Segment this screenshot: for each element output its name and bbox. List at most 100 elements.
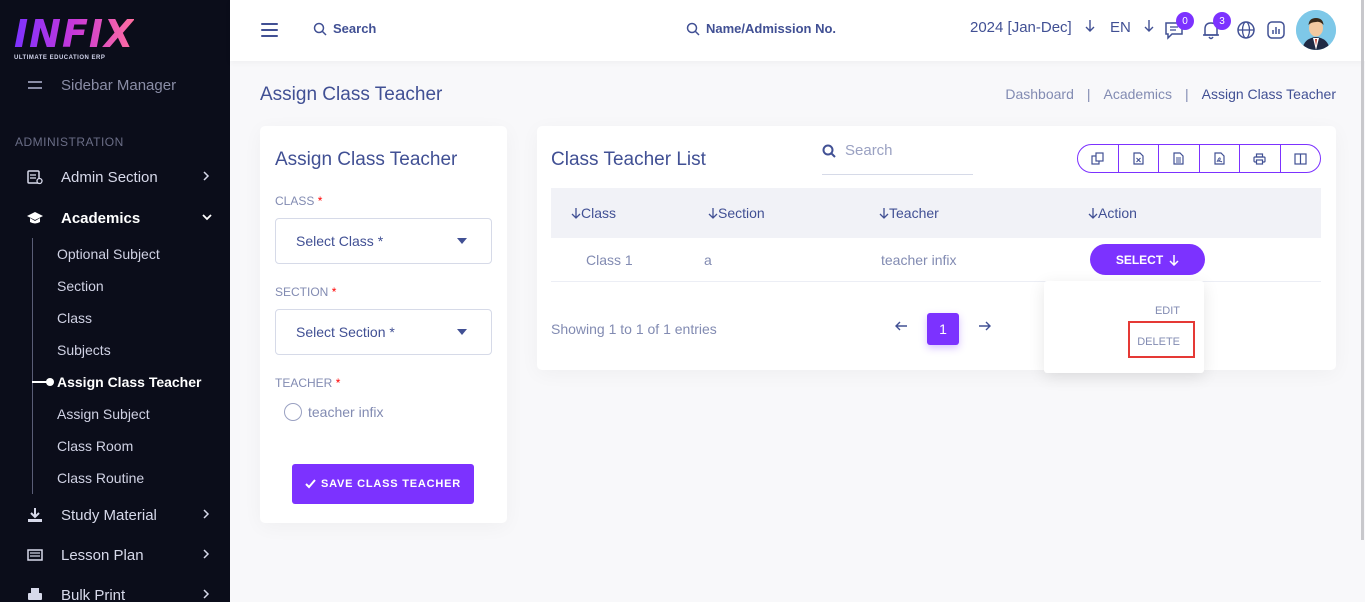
sidebar-subitem-assign-class-teacher[interactable]: Assign Class Teacher: [57, 374, 201, 390]
sidebar-item-label: Lesson Plan: [61, 546, 144, 564]
pagination-page-current[interactable]: 1: [927, 313, 959, 345]
row-select-button[interactable]: SELECT: [1090, 244, 1205, 275]
section-select[interactable]: Select Section *: [275, 309, 492, 355]
sidebar-subitem-subjects[interactable]: Subjects: [57, 342, 111, 358]
delete-highlight-box: [1128, 321, 1195, 358]
language-value: EN: [1110, 19, 1131, 36]
sidebar: INFIX ULTIMATE EDUCATION ERP Sidebar Man…: [0, 0, 230, 602]
caret-down-icon: [457, 238, 467, 244]
class-select[interactable]: Select Class *: [275, 218, 492, 264]
sidebar-item-lesson-plan[interactable]: Lesson Plan: [0, 540, 230, 570]
notification-badge: 3: [1213, 12, 1231, 30]
breadcrumb-current: Assign Class Teacher: [1201, 86, 1336, 102]
sidebar-item-label: Sidebar Manager: [61, 76, 177, 94]
logo-text: INFIX: [14, 12, 135, 56]
globe-icon[interactable]: [1235, 19, 1257, 41]
bell-icon[interactable]: 3: [1200, 12, 1231, 41]
table-row: Class 1 a teacher infix SELECT: [551, 238, 1321, 282]
sidebar-item-label: Study Material: [61, 506, 157, 524]
teacher-option-label[interactable]: teacher infix: [308, 404, 383, 420]
chevron-down-icon: [202, 212, 212, 224]
pdf-icon[interactable]: [1200, 145, 1240, 172]
save-class-teacher-button[interactable]: SAVE CLASS TEACHER: [292, 464, 474, 504]
table-header: Class Section Teacher Action: [551, 188, 1321, 238]
chart-icon[interactable]: [1265, 19, 1287, 41]
teacher-label: TEACHER *: [275, 376, 341, 390]
sidebar-subitem-optional-subject[interactable]: Optional Subject: [57, 246, 160, 262]
sidebar-heading: ADMINISTRATION: [15, 135, 124, 149]
active-indicator: [32, 378, 54, 386]
sidebar-item-academics[interactable]: Academics: [0, 203, 230, 233]
column-header-section[interactable]: Section: [708, 205, 765, 221]
sidebar-item-study-material[interactable]: Study Material: [0, 500, 230, 530]
sort-arrow-icon: [708, 208, 718, 219]
header-search-label: Search: [333, 21, 377, 36]
class-select-value: Select Class *: [296, 233, 384, 249]
form-title: Assign Class Teacher: [275, 149, 458, 170]
sidebar-item-label: Admin Section: [61, 168, 158, 186]
session-selector[interactable]: 2024 [Jan-Dec]: [970, 19, 1096, 36]
teacher-radio[interactable]: [284, 403, 302, 421]
table-search-input[interactable]: Search: [822, 142, 973, 175]
copy-icon[interactable]: [1078, 145, 1119, 172]
breadcrumb-dashboard[interactable]: Dashboard: [1005, 86, 1074, 102]
section-select-value: Select Section *: [296, 324, 395, 340]
header-search[interactable]: Search: [313, 21, 376, 36]
chat-badge: 0: [1176, 12, 1194, 30]
page-title: Assign Class Teacher: [260, 84, 443, 105]
session-value: 2024 [Jan-Dec]: [970, 19, 1072, 36]
section-label: SECTION *: [275, 285, 337, 299]
export-button-group: [1077, 144, 1321, 173]
cell-teacher: teacher infix: [881, 252, 957, 268]
sidebar-item-label: Academics: [61, 209, 141, 227]
table-title: Class Teacher List: [551, 149, 706, 170]
language-selector[interactable]: EN: [1110, 19, 1155, 36]
sidebar-item-sidebar-manager[interactable]: Sidebar Manager: [0, 70, 230, 100]
breadcrumb-separator: |: [1086, 86, 1091, 102]
page-scrollbar[interactable]: [1361, 0, 1364, 540]
download-icon: [26, 507, 44, 523]
avatar[interactable]: [1296, 10, 1336, 50]
column-header-class[interactable]: Class: [571, 205, 616, 221]
pagination-next-icon[interactable]: [978, 319, 992, 336]
sidebar-subitem-section[interactable]: Section: [57, 278, 104, 294]
search-icon: [313, 22, 327, 36]
column-header-action[interactable]: Action: [1088, 205, 1137, 221]
sidebar-item-admin-section[interactable]: Admin Section: [0, 162, 230, 192]
top-header: Search Name/Admission No. 2024 [Jan-Dec]…: [230, 0, 1365, 61]
column-header-teacher[interactable]: Teacher: [879, 205, 939, 221]
sidebar-subitem-class-room[interactable]: Class Room: [57, 438, 133, 454]
search-icon: [822, 144, 836, 158]
graduation-cap-icon: [26, 210, 44, 226]
pagination-prev-icon[interactable]: [894, 319, 908, 336]
chat-icon[interactable]: 0: [1163, 12, 1194, 41]
sidebar-subitem-class[interactable]: Class: [57, 310, 92, 326]
save-button-label: SAVE CLASS TEACHER: [320, 478, 462, 490]
excel-icon[interactable]: [1119, 145, 1159, 172]
chevron-right-icon: [202, 508, 210, 522]
sidebar-item-bulk-print[interactable]: Bulk Print: [0, 580, 230, 602]
table-search-placeholder: Search: [845, 142, 893, 159]
name-admission-search[interactable]: Name/Admission No.: [686, 21, 836, 36]
csv-icon[interactable]: [1159, 145, 1200, 172]
sidebar-subitem-assign-subject[interactable]: Assign Subject: [57, 406, 150, 422]
sidebar-subitem-class-routine[interactable]: Class Routine: [57, 470, 144, 486]
caret-down-icon: [457, 329, 467, 335]
search-icon: [686, 22, 700, 36]
sort-arrow-icon: [879, 208, 889, 219]
name-search-label: Name/Admission No.: [706, 21, 837, 36]
arrow-down-icon: [1085, 20, 1095, 32]
dropdown-edit[interactable]: EDIT: [1155, 305, 1180, 317]
logo[interactable]: INFIX ULTIMATE EDUCATION ERP: [14, 14, 134, 61]
class-label: CLASS *: [275, 194, 323, 208]
showing-entries: Showing 1 to 1 of 1 entries: [551, 321, 717, 337]
sort-arrow-icon: [1088, 208, 1098, 219]
check-icon: [305, 479, 316, 489]
class-teacher-list-card: Class Teacher List Search Class Section: [537, 126, 1336, 370]
hamburger-menu-icon[interactable]: [261, 23, 278, 37]
breadcrumb-academics[interactable]: Academics: [1104, 86, 1172, 102]
submenu-line: [32, 238, 33, 494]
print-icon[interactable]: [1240, 145, 1281, 172]
columns-icon[interactable]: [1281, 145, 1321, 172]
arrow-down-icon: [1169, 254, 1179, 266]
